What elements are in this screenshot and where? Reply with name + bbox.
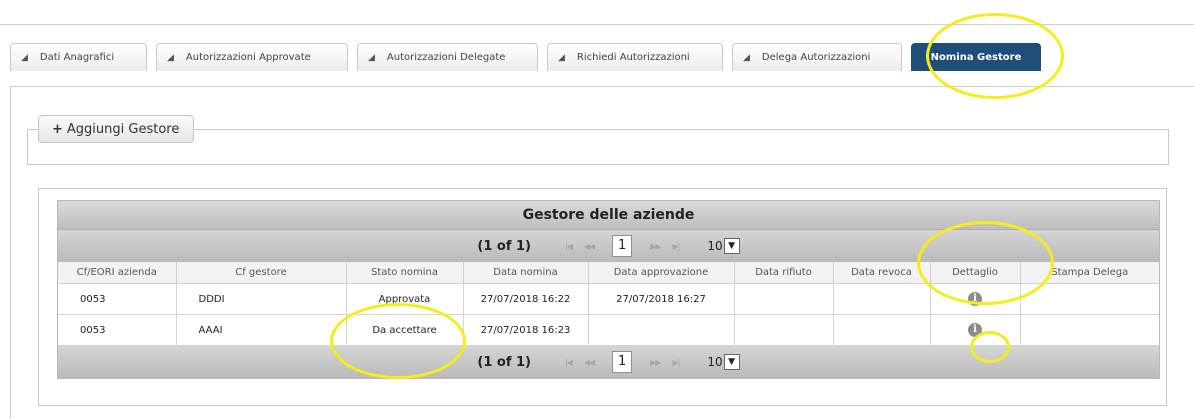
tab-autorizzazioni-delegate[interactable]: ◢ Autorizzazioni Delegate (357, 43, 538, 71)
last-page-icon[interactable]: ▶| (672, 358, 680, 367)
prev-page-icon[interactable]: ◀◀ (584, 358, 595, 367)
table-row[interactable]: 0053 AAAI Da accettare 27/07/2018 16:23 … (58, 314, 1159, 346)
cell-azienda: 0053 (58, 283, 177, 315)
chevron-down-icon: ▼ (723, 354, 740, 370)
column-header[interactable]: Cf/EORI azienda (58, 262, 177, 284)
prev-page-icon[interactable]: ◀◀ (584, 242, 595, 251)
cell-data-nomina: 27/07/2018 16:23 (463, 314, 589, 346)
cell-data-revoca (833, 314, 931, 346)
tab-bar: ◢ Dati Anagrafici ◢ Autorizzazioni Appro… (10, 43, 1041, 71)
collapse-triangle-icon: ◢ (167, 52, 174, 63)
cell-data-approvazione: 27/07/2018 16:27 (588, 283, 735, 315)
tab-label: Nomina Gestore (930, 52, 1022, 63)
add-manager-button[interactable]: + Aggiungi Gestore (38, 115, 195, 143)
first-page-icon[interactable]: |◀ (565, 242, 573, 251)
tab-nomina-gestore[interactable]: Nomina Gestore (911, 43, 1041, 71)
chevron-down-icon: ▼ (723, 238, 740, 254)
tab-label: Autorizzazioni Delegate (386, 52, 506, 63)
tab-label: Autorizzazioni Approvate (185, 52, 311, 63)
column-header[interactable]: Dettaglio (930, 262, 1021, 284)
plus-icon: + (52, 121, 63, 137)
column-header[interactable]: Data revoca (833, 262, 931, 284)
column-header[interactable]: Data rifiuto (734, 262, 834, 284)
collapse-triangle-icon: ◢ (21, 52, 28, 63)
column-header[interactable]: Cf gestore (176, 262, 347, 284)
managers-grid: Gestore delle aziende (1 of 1) |◀ ◀◀ 1 ▶… (57, 200, 1160, 379)
page-count: (1 of 1) (477, 354, 531, 370)
cell-stato: Da accettare (346, 314, 464, 346)
top-divider (0, 24, 1194, 25)
cell-stato: Approvata (346, 283, 464, 315)
next-page-icon[interactable]: ▶▶ (650, 242, 661, 251)
info-icon[interactable]: i (968, 323, 982, 337)
cell-stampa (1020, 283, 1159, 315)
tab-label: Richiedi Autorizzazioni (576, 52, 690, 63)
collapse-triangle-icon: ◢ (743, 52, 750, 63)
first-page-icon[interactable]: |◀ (565, 358, 573, 367)
add-manager-label: Aggiungi Gestore (66, 121, 180, 137)
tab-label: Delega Autorizzazioni (761, 52, 871, 63)
rows-per-page-select[interactable]: 10 ▼ (707, 354, 740, 370)
cell-data-nomina: 27/07/2018 16:22 (463, 283, 589, 315)
add-manager-fieldset (27, 129, 1169, 165)
page-number-button[interactable]: 1 (612, 235, 633, 257)
grid-table: Cf/EORI azienda Cf gestore Stato nomina … (58, 262, 1159, 346)
cell-gestore: AAAI (176, 314, 347, 346)
tab-dati-anagrafici[interactable]: ◢ Dati Anagrafici (10, 43, 147, 71)
cell-stampa (1020, 314, 1159, 346)
cell-data-rifiuto (734, 314, 834, 346)
tab-label: Dati Anagrafici (39, 52, 115, 63)
last-page-icon[interactable]: ▶| (672, 242, 680, 251)
cell-data-rifiuto (734, 283, 834, 315)
table-row[interactable]: 0053 DDDI Approvata 27/07/2018 16:22 27/… (58, 283, 1159, 315)
column-header[interactable]: Stato nomina (346, 262, 464, 284)
rows-per-page-value: 10 (707, 355, 723, 369)
cell-dettaglio: i (930, 283, 1021, 315)
collapse-triangle-icon: ◢ (558, 52, 565, 63)
column-header[interactable]: Stampa Delega (1020, 262, 1159, 284)
pager-top: (1 of 1) |◀ ◀◀ 1 ▶▶ ▶| 10 ▼ (58, 230, 1159, 262)
grid-title: Gestore delle aziende (58, 201, 1159, 230)
cell-data-approvazione (588, 314, 735, 346)
cell-data-revoca (833, 283, 931, 315)
tab-richiedi-autorizzazioni[interactable]: ◢ Richiedi Autorizzazioni (547, 43, 723, 71)
tab-autorizzazioni-approvate[interactable]: ◢ Autorizzazioni Approvate (156, 43, 348, 71)
tab-delega-autorizzazioni[interactable]: ◢ Delega Autorizzazioni (732, 43, 902, 71)
header-row: Cf/EORI azienda Cf gestore Stato nomina … (58, 262, 1159, 284)
column-header[interactable]: Data nomina (463, 262, 589, 284)
collapse-triangle-icon: ◢ (368, 52, 375, 63)
cell-gestore: DDDI (176, 283, 347, 315)
next-page-icon[interactable]: ▶▶ (650, 358, 661, 367)
pager-bottom: (1 of 1) |◀ ◀◀ 1 ▶▶ ▶| 10 ▼ (58, 346, 1159, 378)
cell-dettaglio: i (930, 314, 1021, 346)
page-count: (1 of 1) (477, 238, 531, 254)
rows-per-page-value: 10 (707, 239, 723, 253)
rows-per-page-select[interactable]: 10 ▼ (707, 238, 740, 254)
info-icon[interactable]: i (968, 292, 982, 306)
cell-azienda: 0053 (58, 314, 177, 346)
page-number-button[interactable]: 1 (612, 351, 633, 373)
column-header[interactable]: Data approvazione (588, 262, 735, 284)
